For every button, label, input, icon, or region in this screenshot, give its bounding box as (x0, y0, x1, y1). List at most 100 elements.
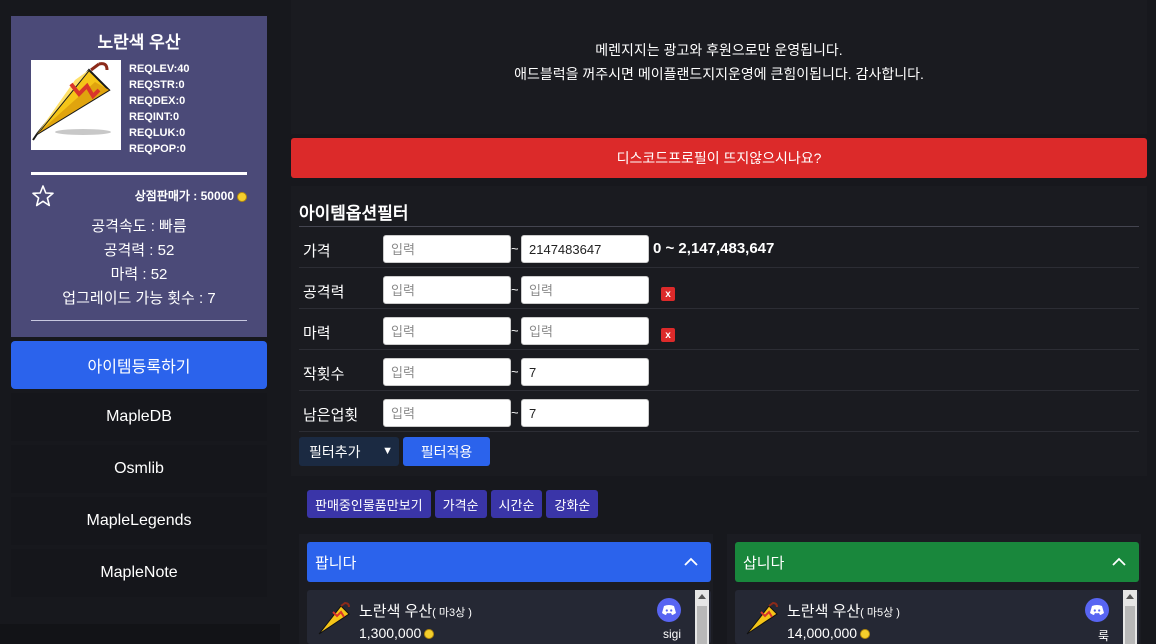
req-luk: REQLUK:0 (129, 127, 186, 139)
listing-seller: 룩 (1097, 629, 1109, 643)
req-int: REQINT:0 (129, 111, 180, 123)
shop-sell-price-text: 상점판매가 : 50000 (134, 189, 234, 203)
price-min-input[interactable] (383, 235, 511, 263)
sort-by-time-button[interactable]: 시간순 (490, 490, 543, 518)
scroll-up-arrow[interactable] (698, 594, 706, 599)
nav-link-osmlib[interactable]: Osmlib (11, 445, 267, 493)
scroll-count-min-input[interactable] (383, 358, 511, 386)
listing-price-text: 14,000,000 (787, 625, 858, 641)
listing-item-name-text: 노란색 우산 (359, 603, 433, 620)
coin-icon (424, 629, 435, 640)
list-item[interactable]: 노란색 우산( 마5상 ) 14,000,000 룩 (735, 590, 1139, 644)
filter-row-magic: 마력 ~ x (299, 309, 1139, 350)
filter-label-scroll-count: 작횟수 (303, 366, 345, 383)
ad-notice-line2: 애드블럭을 꺼주시면 메이플랜드지지운영에 큰힘이됩니다. 감사합니다. (514, 66, 924, 82)
item-info-card: 노란색 우산 REQLEV:40 REQSTR:0 REQDEX:0 REQIN… (11, 16, 267, 337)
register-item-button[interactable]: 아이템등록하기 (11, 341, 267, 389)
divider-line (31, 320, 247, 321)
req-dex: REQDEX:0 (129, 95, 186, 107)
buy-header[interactable]: 삽니다 (735, 542, 1139, 582)
filter-row-scroll-count: 작횟수 ~ (299, 350, 1139, 391)
listing-item-name: 노란색 우산( 마5상 ) (787, 600, 900, 621)
umbrella-item-image (31, 60, 121, 150)
range-tilde: ~ (511, 282, 519, 297)
listing-item-name-text: 노란색 우산 (787, 603, 861, 620)
sidebar-footer (0, 624, 280, 644)
main-content: 메렌지지는 광고와 후원으로만 운영됩니다. 애드블럭을 꺼주시면 메이플랜드지… (280, 0, 1156, 644)
item-name: 노란색 우산 (97, 33, 181, 52)
coin-icon (237, 191, 247, 202)
item-option-filter-panel: 아이템옵션필터 가격 ~ 0 ~ 2,147,483,647 공격력 ~ x 마… (291, 186, 1147, 476)
filter-title: 아이템옵션필터 (299, 204, 409, 223)
chevron-up-icon[interactable] (1111, 554, 1127, 570)
left-sidebar: 노란색 우산 REQLEV:40 REQSTR:0 REQDEX:0 REQIN… (0, 0, 280, 644)
attack-min-input[interactable] (383, 276, 511, 304)
scroll-thumb[interactable] (697, 606, 707, 644)
discord-icon[interactable] (657, 598, 681, 622)
remaining-upgrades-min-input[interactable] (383, 399, 511, 427)
discord-profile-help-banner[interactable]: 디스코드프로필이 뜨지않으시나요? (291, 138, 1147, 178)
list-item[interactable]: 노란색 우산( 마3상 ) 1,300,000 sigi (307, 590, 711, 644)
apply-filter-button[interactable]: 필터적용 (403, 437, 490, 466)
sort-by-enhancement-button[interactable]: 강화순 (546, 490, 599, 518)
show-on-sale-only-button[interactable]: 판매중인물품만보기 (307, 490, 431, 518)
stat-attack-speed: 공격속도 : 빠름 (91, 218, 187, 235)
remove-attack-filter-button[interactable]: x (661, 287, 675, 301)
filter-row-attack: 공격력 ~ x (299, 268, 1139, 309)
scroll-count-max-input[interactable] (521, 358, 649, 386)
chevron-down-icon: ▼ (382, 445, 393, 457)
buy-header-title: 삽니다 (743, 554, 785, 572)
scroll-thumb[interactable] (1125, 606, 1135, 644)
add-filter-select-value: 필터추가 (309, 443, 361, 460)
listing-scrollbar[interactable] (1123, 590, 1137, 644)
chevron-up-icon[interactable] (683, 554, 699, 570)
filter-label-attack: 공격력 (303, 284, 345, 301)
range-tilde: ~ (511, 323, 519, 338)
remaining-upgrades-max-input[interactable] (521, 399, 649, 427)
listing-item-modifier: ( 마3상 ) (432, 607, 472, 619)
nav-link-maplenote[interactable]: MapleNote (11, 549, 267, 597)
filter-label-price: 가격 (303, 243, 331, 260)
star-icon[interactable] (31, 184, 55, 208)
nav-link-mapledb[interactable]: MapleDB (11, 393, 267, 441)
filter-row-price: 가격 ~ 0 ~ 2,147,483,647 (299, 227, 1139, 268)
stat-magic: 마력 : 52 (110, 266, 168, 283)
listing-price: 1,300,000 (359, 625, 435, 641)
filter-label-magic: 마력 (303, 325, 331, 342)
discord-icon[interactable] (1085, 598, 1109, 622)
coin-icon (860, 629, 871, 640)
buy-column: 삽니다 노란색 우산( 마5상 ) 14,000,000 룩 (727, 534, 1141, 644)
listing-item-name: 노란색 우산( 마3상 ) (359, 600, 472, 621)
item-stats: 공격속도 : 빠름 공격력 : 52 마력 : 52 업그레이드 가능 횟수 :… (11, 215, 267, 311)
filter-row-remaining-upgrades: 남은업횟 ~ (299, 391, 1139, 432)
scroll-up-arrow[interactable] (1126, 594, 1134, 599)
sell-header[interactable]: 팝니다 (307, 542, 711, 582)
listing-seller: sigi (662, 627, 681, 641)
divider-bar (31, 172, 247, 175)
magic-min-input[interactable] (383, 317, 511, 345)
add-filter-select[interactable]: 필터추가 ▼ (299, 437, 399, 466)
range-tilde: ~ (511, 364, 519, 379)
magic-max-input[interactable] (521, 317, 649, 345)
sort-bar: 판매중인물품만보기 가격순 시간순 강화순 (307, 490, 599, 518)
ad-notice-line1: 메렌지지는 광고와 후원으로만 운영됩니다. (595, 42, 843, 58)
filter-label-remaining-upgrades: 남은업횟 (303, 407, 359, 424)
req-str: REQSTR:0 (129, 79, 185, 91)
umbrella-item-thumbnail (318, 601, 350, 635)
price-max-input[interactable] (521, 235, 649, 263)
listing-price: 14,000,000 (787, 625, 871, 641)
req-pop: REQPOP:0 (129, 143, 186, 155)
attack-max-input[interactable] (521, 276, 649, 304)
sort-by-price-button[interactable]: 가격순 (434, 490, 487, 518)
listing-price-text: 1,300,000 (359, 625, 422, 641)
price-range-note: 0 ~ 2,147,483,647 (653, 240, 775, 257)
req-level: REQLEV:40 (129, 63, 190, 75)
shop-sell-price: 상점판매가 : 50000 (135, 187, 247, 204)
remove-magic-filter-button[interactable]: x (661, 328, 675, 342)
listing-scrollbar[interactable] (695, 590, 709, 644)
item-requirements: REQLEV:40 REQSTR:0 REQDEX:0 REQINT:0 REQ… (129, 61, 190, 157)
range-tilde: ~ (511, 405, 519, 420)
range-tilde: ~ (511, 241, 519, 256)
stat-upgrade-slots: 업그레이드 가능 횟수 : 7 (62, 290, 216, 307)
nav-link-maplelegends[interactable]: MapleLegends (11, 497, 267, 545)
